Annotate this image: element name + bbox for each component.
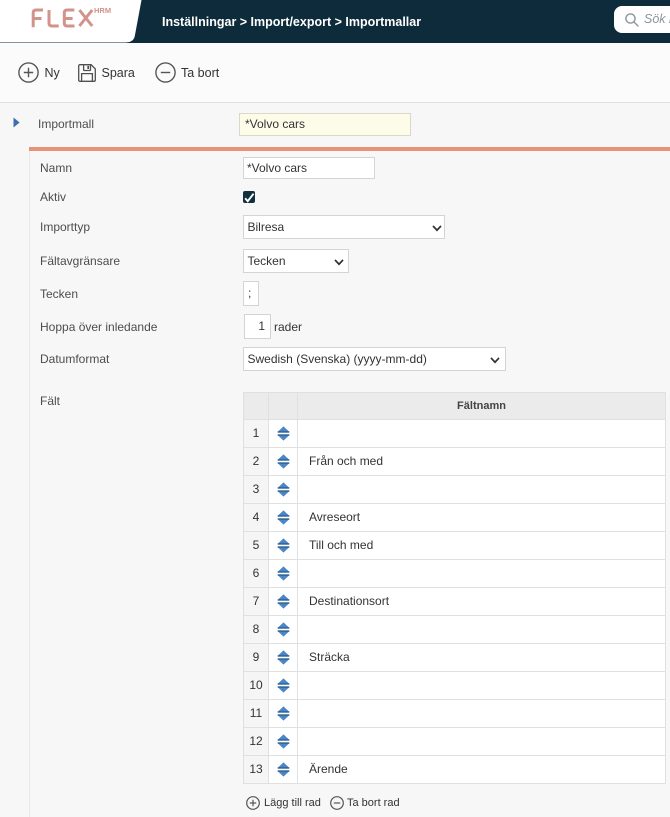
svg-text:HRM: HRM: [94, 6, 111, 15]
